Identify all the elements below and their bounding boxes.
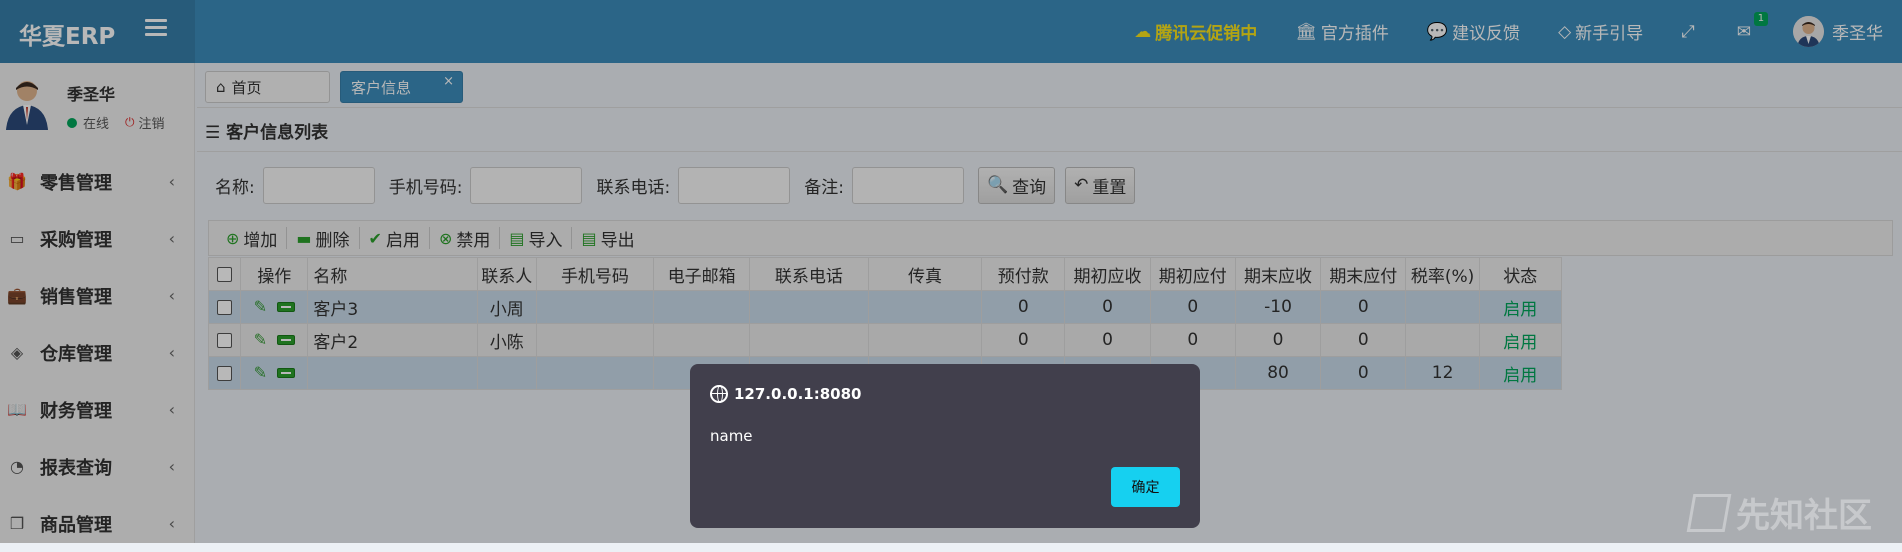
dialog-message: name	[710, 427, 753, 445]
ok-button[interactable]: 确定	[1111, 467, 1180, 507]
globe-icon	[710, 385, 728, 403]
alert-dialog: 127.0.0.1:8080 name 确定	[690, 364, 1200, 528]
watermark: 先知社区	[1686, 488, 1872, 537]
dialog-title: 127.0.0.1:8080	[710, 385, 861, 403]
watermark-logo-icon	[1686, 493, 1732, 532]
